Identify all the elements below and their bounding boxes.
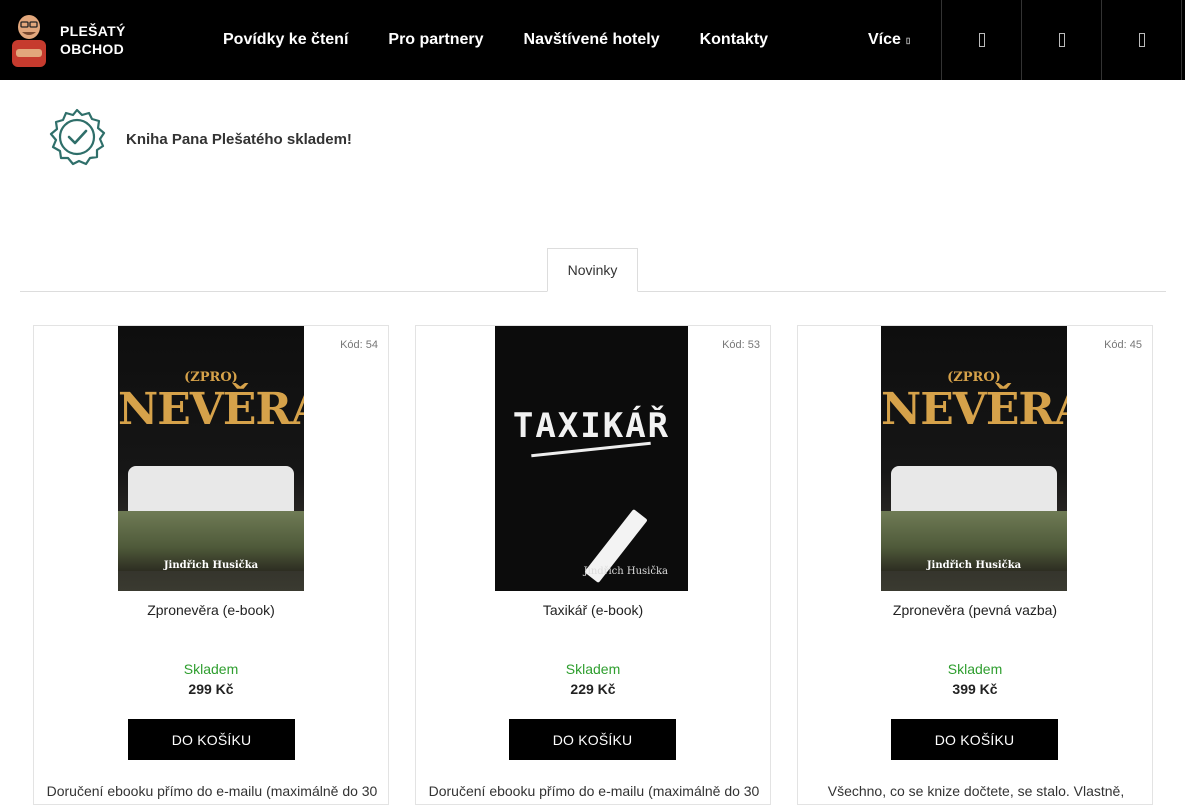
- cover-subtitle: (ZPRO): [184, 370, 238, 385]
- book-cover: (ZPRO) NEVĚRA Jindřich Husička: [881, 326, 1067, 591]
- site-logo[interactable]: PLEŠATÝ OBCHOD: [8, 12, 126, 68]
- product-card: (ZPRO) NEVĚRA Jindřich Husička Kód: 54 Z…: [33, 325, 389, 805]
- stock-banner: Kniha Pana Plešatého skladem!: [48, 108, 352, 171]
- tab-novinky[interactable]: Novinky: [547, 248, 638, 292]
- cover-author: Jindřich Husička: [163, 560, 259, 571]
- site-header: PLEŠATÝ OBCHOD Povídky ke čtení Pro part…: [0, 0, 1185, 80]
- stock-status: Skladem: [565, 661, 621, 677]
- cover-author: Jindřich Husička: [583, 566, 668, 577]
- header-divider: [1181, 0, 1182, 80]
- nav-more-label: Více: [868, 31, 901, 48]
- main-nav: Povídky ke čtení Pro partnery Navštívené…: [203, 0, 788, 80]
- stock-status: Skladem: [947, 661, 1003, 677]
- product-card: (ZPRO) NEVĚRA Jindřich Husička Kód: 45 Z…: [797, 325, 1153, 805]
- banner-text: Kniha Pana Plešatého skladem!: [126, 131, 352, 148]
- nav-more-menu[interactable]: Více ▯: [868, 0, 910, 80]
- product-price: 399 Kč: [952, 681, 998, 697]
- login-button[interactable]: [1021, 0, 1101, 80]
- product-name[interactable]: Zpronevěra (e-book): [34, 602, 388, 618]
- cover-title: NEVĚRA: [881, 384, 1067, 435]
- stock-status: Skladem: [183, 661, 239, 677]
- product-code: Kód: 54: [340, 339, 378, 351]
- cart-button[interactable]: [1101, 0, 1181, 80]
- add-to-cart-button[interactable]: DO KOŠÍKU: [128, 719, 295, 760]
- add-to-cart-button[interactable]: DO KOŠÍKU: [509, 719, 676, 760]
- logo-line-1: PLEŠATÝ: [60, 23, 126, 39]
- logo-text: PLEŠATÝ OBCHOD: [60, 22, 126, 58]
- product-description: Doručení ebooku přímo do e-mailu (maximá…: [46, 783, 378, 799]
- product-name[interactable]: Taxikář (e-book): [416, 602, 770, 618]
- cover-author: Jindřich Husička: [926, 560, 1022, 571]
- search-icon: [978, 33, 985, 47]
- verified-badge-icon: [48, 108, 106, 171]
- product-description: Doručení ebooku přímo do e-mailu (maximá…: [428, 783, 760, 799]
- nav-item-partners[interactable]: Pro partnery: [368, 31, 503, 49]
- cover-subtitle: (ZPRO): [947, 370, 1001, 385]
- chevron-down-icon: ▯: [905, 35, 911, 45]
- nav-item-hotels[interactable]: Navštívené hotely: [504, 31, 680, 49]
- user-icon: [1058, 33, 1065, 47]
- cover-title: TAXIKÁŘ: [512, 406, 671, 446]
- add-to-cart-button[interactable]: DO KOŠÍKU: [891, 719, 1058, 760]
- cover-title: NEVĚRA: [118, 384, 304, 435]
- nav-item-contacts[interactable]: Kontakty: [680, 31, 788, 49]
- nav-item-stories[interactable]: Povídky ke čtení: [203, 31, 368, 49]
- product-image[interactable]: (ZPRO) NEVĚRA Jindřich Husička: [118, 326, 304, 591]
- product-code: Kód: 45: [1104, 339, 1142, 351]
- cart-icon: [1138, 33, 1145, 47]
- product-name[interactable]: Zpronevěra (pevná vazba): [798, 602, 1152, 618]
- product-image[interactable]: (ZPRO) NEVĚRA Jindřich Husička: [881, 326, 1067, 591]
- book-cover: (ZPRO) NEVĚRA Jindřich Husička: [118, 326, 304, 591]
- product-image[interactable]: TAXIKÁŘ Jindřich Husička: [495, 326, 688, 591]
- product-price: 299 Kč: [188, 681, 234, 697]
- product-price: 229 Kč: [570, 681, 616, 697]
- logo-line-2: OBCHOD: [60, 41, 125, 57]
- product-description: Všechno, co se knize dočtete, se stalo. …: [827, 783, 1125, 799]
- logo-mascot-icon: [8, 13, 50, 67]
- product-code: Kód: 53: [722, 339, 760, 351]
- search-button[interactable]: [941, 0, 1021, 80]
- book-cover: TAXIKÁŘ Jindřich Husička: [495, 326, 688, 591]
- product-card: TAXIKÁŘ Jindřich Husička Kód: 53 Taxikář…: [415, 325, 771, 805]
